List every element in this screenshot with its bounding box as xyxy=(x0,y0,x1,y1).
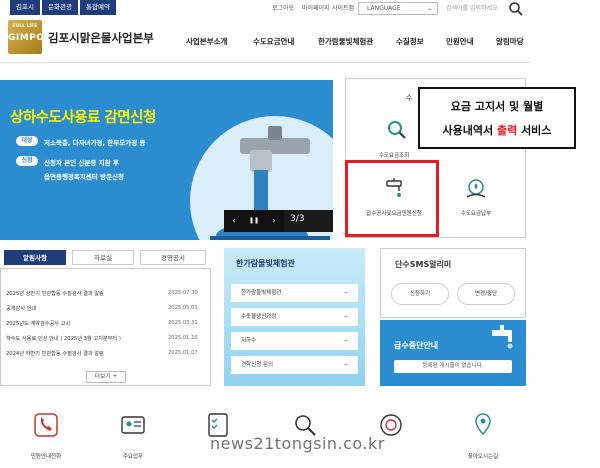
list-item-date: 2025.07.30 xyxy=(168,290,198,296)
water-drop-icon[interactable] xyxy=(464,177,488,201)
list-item[interactable]: 2025년 상반기 민관합동 수질검사 결과 알림 xyxy=(6,290,104,297)
logo-top-text: FULL LIFE xyxy=(12,24,38,29)
bottom-directions[interactable]: 찾아오시는길 xyxy=(453,452,513,460)
list-item[interactable]: 공개감사 안내 xyxy=(6,305,36,312)
org-name[interactable]: 김포시맑은물사업본부 xyxy=(48,30,154,46)
notice-list xyxy=(0,268,211,386)
nav-civil[interactable]: 민원안내 xyxy=(446,36,474,47)
id-card-icon[interactable] xyxy=(120,412,146,438)
banner-prev-button[interactable]: ‹ xyxy=(224,210,244,232)
faucet-icon xyxy=(492,325,513,349)
tab-notice[interactable]: 알림사항 xyxy=(4,250,66,265)
apply-pill: 신청 xyxy=(16,156,38,166)
bottom-civil-phone[interactable]: 민원안내전화 xyxy=(16,452,76,460)
sms-panel: 단수SMS알리미 신청하기 변경/중단 xyxy=(380,248,526,318)
magnifier-icon[interactable] xyxy=(386,119,408,141)
dash-icon: – xyxy=(344,288,348,297)
banner-next-button[interactable]: › xyxy=(264,210,284,232)
experience-row[interactable]: 지하수 – xyxy=(231,332,358,350)
logout-link[interactable]: 로그아웃 xyxy=(272,3,294,12)
banner-title: 상하수도사용료 감면신청 xyxy=(10,110,156,126)
sms-change-button[interactable]: 변경/중단 xyxy=(457,283,515,305)
list-item-date: 2025.05.01 xyxy=(168,305,198,311)
outage-status[interactable]: 등록된 게시물이 없습니다. xyxy=(394,360,512,373)
nav-experience[interactable]: 한가람물빛체험관 xyxy=(318,36,373,47)
mypage-link[interactable]: 마이페이지 xyxy=(302,3,330,12)
list-item[interactable]: 하수도 사용료 인상 안내 ( 2025년 3월 고지분부터 ) xyxy=(6,335,121,342)
list-item-date: 2025.01.07 xyxy=(168,350,198,356)
language-select[interactable]: LANGUAGE ⌄ xyxy=(358,2,438,15)
sitemap-link[interactable]: 사이트맵 xyxy=(332,3,354,12)
util-tab-reservation[interactable]: 통합예약 xyxy=(80,0,116,15)
experience-row[interactable]: 수돗물생산과정 – xyxy=(231,308,358,326)
search-input[interactable]: 검색어를 입력하세요 xyxy=(446,3,498,12)
callout-annotation: 요금 고지서 및 월별 사용내역서 출력 서비스 xyxy=(418,87,576,149)
experience-row[interactable]: 견학신청 문의 – xyxy=(231,356,358,374)
sms-title: 단수SMS알리미 xyxy=(395,260,452,269)
quick-fee-payment[interactable]: 수도요금납부 xyxy=(446,209,506,217)
callout-line-2-red: 출력 xyxy=(496,124,518,137)
list-item[interactable]: 2024년 하반기 민관합동 수질검사 결과 알림 xyxy=(6,350,104,357)
map-pin-icon[interactable] xyxy=(470,412,496,438)
banner-counter: 3/3 xyxy=(290,214,305,224)
gimpo-logo[interactable]: FULL LIFE GIMPO xyxy=(8,20,45,54)
target-pill: 대상 xyxy=(16,136,38,146)
list-item-date: 2025.01.10 xyxy=(168,335,198,341)
highlight-box xyxy=(345,160,439,237)
nav-fee-guide[interactable]: 수도요금안내 xyxy=(253,36,294,47)
util-tab-culture[interactable]: 문화관광 xyxy=(42,0,78,15)
nav-notice[interactable]: 알림마당 xyxy=(496,36,524,47)
phone-icon[interactable] xyxy=(33,412,59,438)
outage-panel: 급수중단안내 등록된 게시물이 없습니다. xyxy=(380,320,526,386)
logo-main-text: GIMPO xyxy=(8,33,45,43)
outage-title: 급수중단안내 xyxy=(394,341,439,350)
quick-top-partial: 수 xyxy=(406,94,413,102)
list-item-date: 2025.03.31 xyxy=(168,320,198,326)
nav-water-quality[interactable]: 수질정보 xyxy=(396,36,424,47)
experience-title: 한가람물빛체험관 xyxy=(236,259,295,268)
experience-panel: 한가람물빛체험관 한가람물빛체험관 – 수돗물생산과정 – 지하수 – 견학신청 문의… xyxy=(224,248,365,386)
more-button[interactable]: 더보기 + xyxy=(86,371,126,383)
quick-fee-lookup[interactable]: 수도요금조회 xyxy=(364,151,424,159)
nav-about[interactable]: 사업본부소개 xyxy=(186,36,227,47)
callout-line-2-pre: 사용내역서 xyxy=(442,124,497,137)
chevron-down-icon: ⌄ xyxy=(426,5,432,12)
language-label: LANGUAGE xyxy=(367,5,401,12)
list-item[interactable]: 2025년도 계약검수공사 고시 xyxy=(6,320,70,327)
dash-icon: – xyxy=(344,336,348,345)
dash-icon: – xyxy=(344,360,348,369)
experience-row-label: 한가람물빛체험관 xyxy=(241,290,282,296)
util-tab-gimpo[interactable]: 김포시 xyxy=(10,0,40,15)
search-icon[interactable] xyxy=(508,1,524,17)
tab-disclosure[interactable]: 경영공시 xyxy=(140,250,206,265)
banner-pause-button[interactable]: ❚❚ xyxy=(244,210,264,232)
experience-row[interactable]: 한가람물빛체험관 – xyxy=(231,284,358,302)
target-text: 저소득층, 다자녀가정, 한부모가정 등 xyxy=(44,139,146,147)
header-divider xyxy=(0,62,530,63)
experience-row-label: 지하수 xyxy=(241,338,257,344)
sms-subscribe-button[interactable]: 신청하기 xyxy=(391,283,449,305)
callout-line-2: 사용내역서 출력 서비스 xyxy=(420,119,574,143)
apply-text-2: 읍면동행정복지센터 방문신청 xyxy=(44,173,125,181)
apply-text-1: 신청자 본인 신분증 지참 후 xyxy=(44,159,119,167)
callout-line-2-post: 서비스 xyxy=(517,124,552,137)
experience-row-label: 수돗물생산과정 xyxy=(241,314,277,320)
watermark-text: news21tongsin.co.kr xyxy=(210,434,385,453)
experience-row-label: 견학신청 문의 xyxy=(241,362,274,368)
callout-line-1: 요금 고지서 및 월별 xyxy=(450,100,544,113)
tab-archive[interactable]: 자료실 xyxy=(72,250,134,265)
bottom-main-work[interactable]: 주요업무 xyxy=(103,452,163,460)
dash-icon: – xyxy=(344,312,348,321)
